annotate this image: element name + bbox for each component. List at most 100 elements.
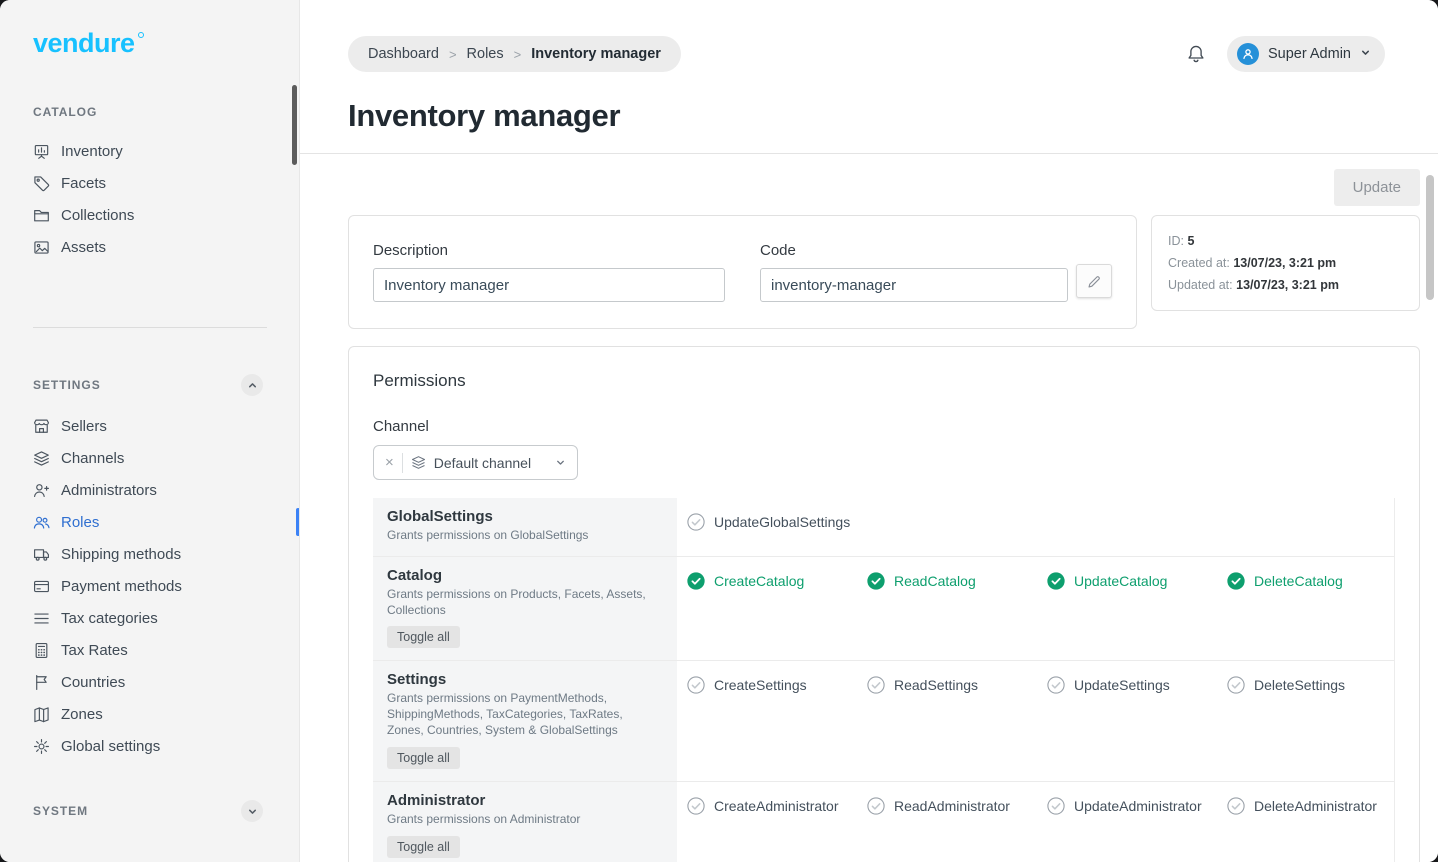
- created-at-value: 13/07/23, 3:21 pm: [1233, 256, 1336, 270]
- checkbox-circle-icon: [687, 676, 705, 694]
- permission-group-description: Grants permissions on PaymentMethods, Sh…: [387, 691, 649, 738]
- permission-group-info: Administrator Grants permissions on Admi…: [373, 782, 677, 862]
- permission-checkbox[interactable]: DeleteAdministrator: [1227, 795, 1407, 817]
- app-window: vendure CATALOG Inventory Facets Collect…: [0, 0, 1438, 862]
- credit-card-icon: [33, 578, 50, 595]
- users-icon: [33, 514, 50, 531]
- sidebar-item-facets[interactable]: Facets: [0, 167, 299, 199]
- layers-icon: [411, 455, 426, 470]
- sidebar-item-sellers[interactable]: Sellers: [0, 410, 299, 442]
- permission-group-name: Administrator: [387, 792, 663, 809]
- sidebar-item-administrators[interactable]: Administrators: [0, 474, 299, 506]
- permission-checkbox[interactable]: UpdateSettings: [1047, 674, 1227, 696]
- permission-label: DeleteCatalog: [1254, 573, 1343, 589]
- sidebar: vendure CATALOG Inventory Facets Collect…: [0, 0, 300, 862]
- layers-icon: [33, 450, 50, 467]
- sidebar-item-label: Inventory: [61, 143, 123, 160]
- header-divider: [300, 153, 1438, 154]
- checkbox-circle-icon: [1047, 572, 1065, 590]
- sidebar-item-roles[interactable]: Roles: [0, 506, 299, 538]
- description-field-group: Description: [373, 242, 725, 302]
- sidebar-item-payment-methods[interactable]: Payment methods: [0, 570, 299, 602]
- content: Update Description Code: [300, 169, 1438, 862]
- channel-select[interactable]: × Default channel: [373, 445, 578, 480]
- permission-cells: CreateSettings ReadSettings UpdateSettin…: [677, 661, 1407, 780]
- permission-checkbox[interactable]: UpdateCatalog: [1047, 570, 1227, 592]
- close-icon[interactable]: ×: [385, 455, 394, 470]
- sidebar-item-global-settings[interactable]: Global settings: [0, 730, 299, 762]
- permission-group-info: Catalog Grants permissions on Products, …: [373, 557, 677, 661]
- description-label: Description: [373, 242, 725, 259]
- checkbox-circle-icon: [1227, 797, 1245, 815]
- permission-checkbox[interactable]: UpdateGlobalSettings: [687, 511, 867, 533]
- sidebar-item-inventory[interactable]: Inventory: [0, 135, 299, 167]
- permission-label: ReadSettings: [894, 677, 978, 693]
- permission-checkbox[interactable]: ReadSettings: [867, 674, 1047, 696]
- permission-group-name: Catalog: [387, 567, 663, 584]
- code-field-group: Code: [760, 242, 1112, 302]
- sidebar-item-assets[interactable]: Assets: [0, 231, 299, 263]
- vendure-logo[interactable]: vendure: [0, 0, 299, 57]
- permission-checkbox[interactable]: CreateSettings: [687, 674, 867, 696]
- person-icon: [1241, 47, 1255, 61]
- permission-group-name: Settings: [387, 671, 663, 688]
- bell-icon: [1186, 44, 1206, 64]
- section-label: SYSTEM: [33, 804, 88, 818]
- permission-checkbox[interactable]: ReadCatalog: [867, 570, 1047, 592]
- image-icon: [33, 239, 50, 256]
- permission-group-globalsettings: GlobalSettings Grants permissions on Glo…: [373, 498, 1394, 557]
- toggle-all-button[interactable]: Toggle all: [387, 836, 460, 858]
- topbar: Dashboard > Roles > Inventory manager Su…: [300, 0, 1438, 72]
- sidebar-item-tax-categories[interactable]: Tax categories: [0, 602, 299, 634]
- permission-checkbox[interactable]: CreateAdministrator: [687, 795, 867, 817]
- chevron-up-icon[interactable]: [241, 374, 263, 396]
- breadcrumb-roles[interactable]: Roles: [467, 46, 504, 62]
- list-icon: [33, 610, 50, 627]
- sidebar-section-system: SYSTEM: [0, 800, 299, 822]
- sidebar-item-countries[interactable]: Countries: [0, 666, 299, 698]
- sidebar-item-zones[interactable]: Zones: [0, 698, 299, 730]
- sidebar-item-label: Assets: [61, 239, 106, 256]
- breadcrumb: Dashboard > Roles > Inventory manager: [348, 36, 681, 72]
- main-area: Dashboard > Roles > Inventory manager Su…: [300, 0, 1438, 862]
- permission-label: CreateCatalog: [714, 573, 804, 589]
- sidebar-item-shipping-methods[interactable]: Shipping methods: [0, 538, 299, 570]
- checkbox-circle-icon: [687, 572, 705, 590]
- entity-id-line: ID: 5: [1168, 230, 1403, 252]
- toggle-all-button[interactable]: Toggle all: [387, 747, 460, 769]
- permission-label: DeleteAdministrator: [1254, 798, 1377, 814]
- user-menu-button[interactable]: Super Admin: [1227, 36, 1385, 72]
- chevron-down-icon[interactable]: [241, 800, 263, 822]
- description-input[interactable]: [373, 268, 725, 302]
- code-label: Code: [760, 242, 1112, 259]
- sidebar-item-label: Zones: [61, 706, 103, 723]
- update-button[interactable]: Update: [1334, 169, 1420, 206]
- checkbox-circle-icon: [867, 572, 885, 590]
- sidebar-item-label: Payment methods: [61, 578, 182, 595]
- permission-checkbox[interactable]: DeleteSettings: [1227, 674, 1407, 696]
- permission-label: DeleteSettings: [1254, 677, 1345, 693]
- sidebar-section-settings: SETTINGS: [0, 374, 299, 396]
- sidebar-scrollbar-thumb[interactable]: [292, 85, 297, 165]
- breadcrumb-dashboard[interactable]: Dashboard: [368, 46, 439, 62]
- sidebar-item-channels[interactable]: Channels: [0, 442, 299, 474]
- permissions-card: Permissions Channel × Default channel Gl…: [348, 346, 1420, 862]
- chip-divider: [402, 453, 403, 473]
- toggle-all-button[interactable]: Toggle all: [387, 626, 460, 648]
- edit-code-button[interactable]: [1076, 264, 1112, 298]
- code-input[interactable]: [760, 268, 1068, 302]
- permission-checkbox[interactable]: ReadAdministrator: [867, 795, 1047, 817]
- sidebar-item-collections[interactable]: Collections: [0, 199, 299, 231]
- notifications-button[interactable]: [1179, 37, 1213, 71]
- permission-checkbox[interactable]: DeleteCatalog: [1227, 570, 1407, 592]
- main-scrollbar-thumb[interactable]: [1426, 175, 1434, 300]
- permission-checkbox[interactable]: CreateCatalog: [687, 570, 867, 592]
- sidebar-item-tax-rates[interactable]: Tax Rates: [0, 634, 299, 666]
- permission-group-info: Settings Grants permissions on PaymentMe…: [373, 661, 677, 780]
- breadcrumb-separator-icon: >: [514, 47, 522, 62]
- sidebar-item-label: Roles: [61, 514, 99, 531]
- permission-checkbox[interactable]: UpdateAdministrator: [1047, 795, 1227, 817]
- permission-label: UpdateAdministrator: [1074, 798, 1202, 814]
- map-icon: [33, 706, 50, 723]
- role-detail-card: Description Code: [348, 215, 1137, 329]
